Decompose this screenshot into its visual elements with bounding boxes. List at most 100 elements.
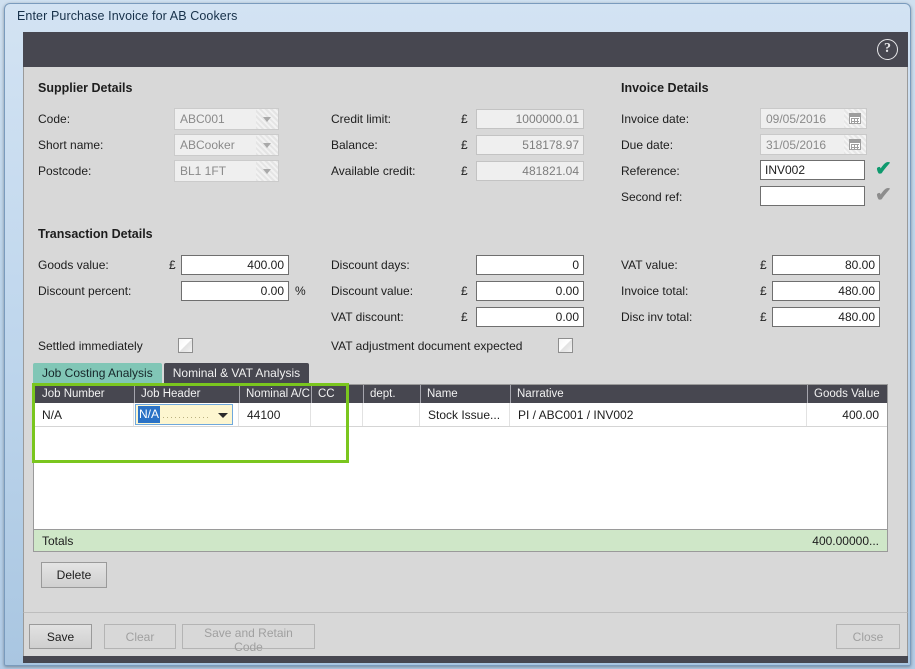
due-date-label: Due date: <box>621 138 674 152</box>
supplier-details-heading: Supplier Details <box>38 81 133 95</box>
second-ref-input[interactable] <box>760 186 865 206</box>
job-header-selected-value: N/A <box>138 406 161 423</box>
credit-limit-field <box>476 109 584 129</box>
column-nominal-ac[interactable]: Nominal A/C <box>239 385 311 403</box>
job-header-combobox[interactable]: N/A <box>135 404 233 425</box>
vat-discount-label: VAT discount: <box>331 310 404 324</box>
discount-value-input[interactable] <box>476 281 584 301</box>
chevron-down-icon[interactable] <box>256 135 278 155</box>
settled-immediately-label: Settled immediately <box>38 339 143 353</box>
column-narrative[interactable]: Narrative <box>510 385 807 403</box>
window-title-bar: Enter Purchase Invoice for AB Cookers <box>5 4 910 30</box>
supplier-postcode-select[interactable]: BL1 1FT <box>174 160 279 182</box>
cell-cc[interactable] <box>311 403 363 426</box>
save-and-retain-code-button: Save and Retain Code <box>182 624 315 654</box>
invoice-details-heading: Invoice Details <box>621 81 709 95</box>
column-job-header[interactable]: Job Header <box>134 385 239 403</box>
vat-discount-currency: £ <box>461 310 468 324</box>
column-job-number[interactable]: Job Number <box>34 385 134 403</box>
due-date-field: 31/05/2016 <box>760 134 867 155</box>
second-ref-check-icon: ✔ <box>875 184 892 206</box>
invoice-date-label: Invoice date: <box>621 112 690 126</box>
disc-inv-total-label: Disc inv total: <box>621 310 693 324</box>
cell-dept[interactable] <box>363 403 420 426</box>
balance-field <box>476 135 584 155</box>
discount-value-label: Discount value: <box>331 284 414 298</box>
cell-nominal-ac[interactable]: 44100 <box>239 403 311 426</box>
save-button[interactable]: Save <box>29 624 92 649</box>
available-credit-field <box>476 161 584 181</box>
grid-empty-area[interactable] <box>34 427 887 527</box>
reference-input[interactable] <box>760 160 865 180</box>
supplier-code-select[interactable]: ABC001 <box>174 108 279 130</box>
disc-inv-total-currency: £ <box>760 310 767 324</box>
discount-percent-input[interactable] <box>181 281 289 301</box>
chevron-down-icon[interactable] <box>214 405 232 424</box>
supplier-postcode-value: BL1 1FT <box>175 161 256 181</box>
application-window: Enter Purchase Invoice for AB Cookers ? … <box>4 3 911 666</box>
totals-label: Totals <box>42 533 74 548</box>
calendar-icon[interactable] <box>844 135 866 154</box>
vat-value-label: VAT value: <box>621 258 678 272</box>
job-costing-grid: Job Number Job Header Nominal A/C CC dep… <box>33 384 888 552</box>
supplier-postcode-label: Postcode: <box>38 164 92 178</box>
discount-days-label: Discount days: <box>331 258 410 272</box>
balance-label: Balance: <box>331 138 378 152</box>
supplier-code-label: Code: <box>38 112 71 126</box>
reference-valid-check-icon: ✔ <box>875 158 892 180</box>
supplier-short-name-value: ABCooker <box>175 135 256 155</box>
vat-discount-input[interactable] <box>476 307 584 327</box>
calendar-icon[interactable] <box>844 109 866 128</box>
available-credit-label: Available credit: <box>331 164 416 178</box>
credit-limit-currency: £ <box>461 112 468 126</box>
analysis-tabs: Job Costing Analysis Nominal & VAT Analy… <box>33 363 310 384</box>
supplier-code-value: ABC001 <box>175 109 256 129</box>
transaction-details-heading: Transaction Details <box>38 227 153 241</box>
clear-button: Clear <box>104 624 176 649</box>
supplier-short-name-select[interactable]: ABCooker <box>174 134 279 156</box>
column-name[interactable]: Name <box>420 385 510 403</box>
window-title: Enter Purchase Invoice for AB Cookers <box>17 9 238 23</box>
delete-button[interactable]: Delete <box>41 562 107 588</box>
supplier-short-name-label: Short name: <box>38 138 104 152</box>
invoice-date-field: 09/05/2016 <box>760 108 867 129</box>
invoice-total-label: Invoice total: <box>621 284 689 298</box>
due-date-value: 31/05/2016 <box>766 137 827 152</box>
cell-job-number[interactable]: N/A <box>34 403 134 426</box>
column-dept[interactable]: dept. <box>363 385 420 403</box>
discount-value-currency: £ <box>461 284 468 298</box>
footer-dark-strip <box>23 656 908 663</box>
vat-adjustment-checkbox[interactable] <box>558 338 573 353</box>
table-row[interactable]: N/A N/A 44100 Stock Issue... PI / ABC001… <box>34 403 887 427</box>
totals-value: 400.00000... <box>812 533 879 548</box>
settled-immediately-checkbox[interactable] <box>178 338 193 353</box>
tab-nominal-vat-analysis[interactable]: Nominal & VAT Analysis <box>163 363 310 384</box>
cell-goods-value[interactable]: 400.00 <box>807 403 887 426</box>
app-header-bar: ? <box>23 32 908 67</box>
invoice-total-currency: £ <box>760 284 767 298</box>
reference-label: Reference: <box>621 164 680 178</box>
available-credit-currency: £ <box>461 164 468 178</box>
credit-limit-label: Credit limit: <box>331 112 392 126</box>
help-circle-icon[interactable]: ? <box>877 39 898 60</box>
invoice-total-input[interactable] <box>772 281 880 301</box>
column-cc[interactable]: CC <box>311 385 363 403</box>
chevron-down-icon[interactable] <box>256 161 278 181</box>
discount-days-input[interactable] <box>476 255 584 275</box>
chevron-down-icon[interactable] <box>256 109 278 129</box>
goods-value-input[interactable] <box>181 255 289 275</box>
tab-job-costing-analysis[interactable]: Job Costing Analysis <box>33 363 162 384</box>
second-ref-label: Second ref: <box>621 190 683 204</box>
column-goods-value[interactable]: Goods Value <box>807 385 887 403</box>
grid-totals-row: Totals 400.00000... <box>34 529 887 551</box>
vat-value-input[interactable] <box>772 255 880 275</box>
cell-narrative[interactable]: PI / ABC001 / INV002 <box>510 403 807 426</box>
disc-inv-total-input[interactable] <box>772 307 880 327</box>
discount-percent-unit: % <box>295 284 306 298</box>
goods-value-currency: £ <box>169 258 176 272</box>
cell-name[interactable]: Stock Issue... <box>420 403 510 426</box>
cell-job-header[interactable]: N/A <box>134 403 239 426</box>
goods-value-label: Goods value: <box>38 258 109 272</box>
job-header-dotted-fill <box>163 417 210 418</box>
discount-percent-label: Discount percent: <box>38 284 132 298</box>
